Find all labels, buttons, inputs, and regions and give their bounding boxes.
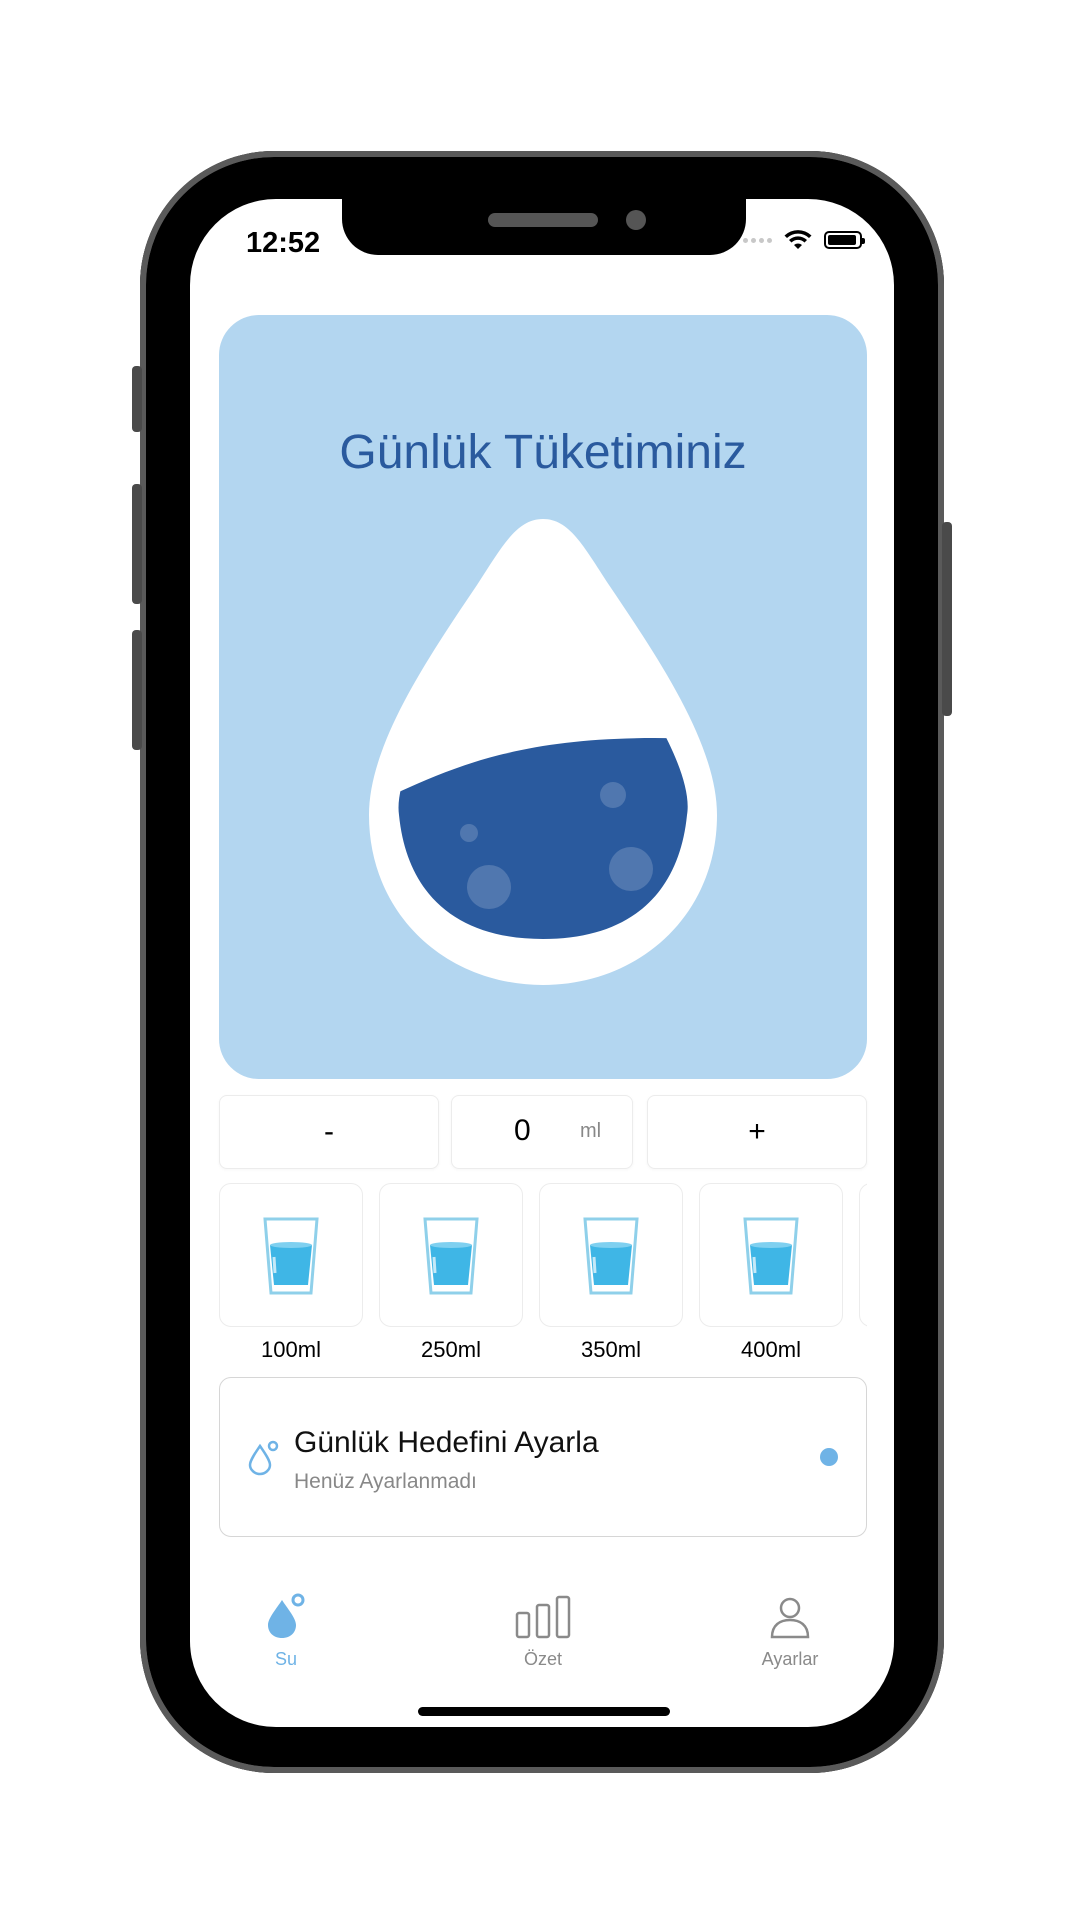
app-screen: 12:52 Günlük Tüketiminiz - 0 ml + 100ml … [190, 199, 894, 1727]
amount-unit: ml [580, 1120, 602, 1142]
glass-preset-250[interactable]: 250ml [379, 1183, 523, 1363]
notch [342, 199, 746, 255]
side-button-power [942, 522, 952, 716]
water-drop-progress [369, 519, 717, 985]
page-title: Günlük Tüketiminiz [339, 426, 747, 479]
water-drop-icon [268, 1593, 305, 1638]
status-time: 12:52 [246, 227, 321, 259]
glass-icon [423, 1217, 479, 1295]
glass-preset-350[interactable]: 350ml [539, 1183, 683, 1363]
tab-label: Ayarlar [761, 1649, 819, 1669]
increase-button[interactable]: + [647, 1095, 867, 1169]
side-button-volume-down [132, 630, 142, 750]
decrease-button[interactable]: - [219, 1095, 439, 1169]
glass-label: 350ml [581, 1337, 641, 1362]
goal-status: Henüz Ayarlanmadı [294, 1470, 477, 1493]
speaker [488, 213, 598, 227]
glass-preset-400[interactable]: 400ml [699, 1183, 843, 1363]
tab-label: Su [274, 1649, 298, 1669]
amount-stepper: - 0 ml + [219, 1095, 867, 1169]
battery-icon [824, 231, 865, 249]
signal-icon [743, 237, 772, 243]
bar-chart-icon [515, 1595, 571, 1639]
tab-label: Özet [523, 1649, 562, 1669]
amount-value: 0 [514, 1114, 531, 1147]
side-button-volume-up [132, 484, 142, 604]
amount-field[interactable]: 0 ml [451, 1095, 633, 1169]
tab-su[interactable]: Su [226, 1589, 346, 1670]
person-icon [770, 1597, 810, 1639]
glass-preset-list: 100ml 250ml 350ml 400ml [219, 1183, 867, 1363]
home-indicator [418, 1707, 670, 1716]
status-indicator-dot [820, 1448, 838, 1466]
glass-preset-100[interactable]: 100ml [219, 1183, 363, 1363]
glass-card [379, 1183, 523, 1327]
glass-card [699, 1183, 843, 1327]
front-camera [626, 210, 646, 230]
water-drop-outline-icon [248, 1440, 279, 1476]
glass-card [219, 1183, 363, 1327]
side-button-silent [132, 366, 142, 432]
glass-card [539, 1183, 683, 1327]
glass-card [859, 1183, 867, 1327]
glass-icon [583, 1217, 639, 1295]
glass-preset-more[interactable] [859, 1183, 867, 1327]
glass-label: 100ml [261, 1337, 321, 1362]
tab-ayarlar[interactable]: Ayarlar [730, 1589, 850, 1670]
glass-icon [263, 1217, 319, 1295]
daily-consumption-card: Günlük Tüketiminiz [219, 315, 867, 1079]
glass-label: 400ml [741, 1337, 801, 1362]
glass-label: 250ml [421, 1337, 481, 1362]
tab-ozet[interactable]: Özet [483, 1589, 603, 1670]
goal-title: Günlük Hedefini Ayarla [294, 1426, 599, 1459]
wifi-icon [784, 230, 812, 249]
glass-icon [743, 1217, 799, 1295]
status-icons [743, 229, 865, 251]
set-daily-goal-card[interactable]: Günlük Hedefini Ayarla Henüz Ayarlanmadı [219, 1377, 867, 1537]
